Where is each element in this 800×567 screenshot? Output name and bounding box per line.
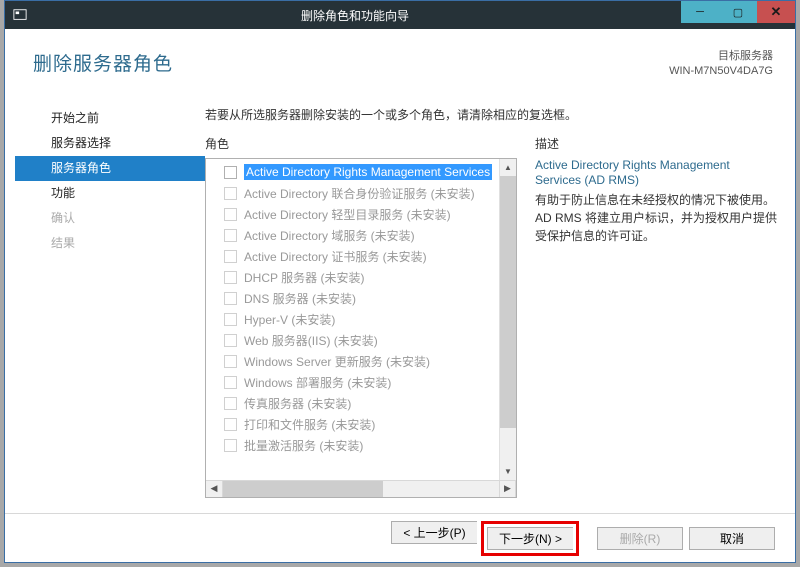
role-label: Windows Server 更新服务 (未安装) (244, 353, 430, 370)
role-checkbox[interactable] (224, 250, 237, 263)
page-title: 删除服务器角色 (33, 49, 173, 76)
role-item[interactable]: Active Directory 证书服务 (未安装) (206, 246, 516, 267)
role-label: Active Directory 域服务 (未安装) (244, 227, 415, 244)
window-title: 删除角色和功能向导 (29, 7, 681, 24)
scroll-left-icon[interactable]: ◀ (206, 481, 223, 497)
role-checkbox[interactable] (224, 208, 237, 221)
hscroll-thumb[interactable] (223, 481, 383, 497)
role-checkbox[interactable] (224, 166, 237, 179)
next-button-highlight: 下一步(N) > (481, 521, 579, 556)
horizontal-scrollbar[interactable]: ◀ ▶ (206, 480, 516, 497)
role-item[interactable]: DNS 服务器 (未安装) (206, 288, 516, 309)
role-checkbox[interactable] (224, 229, 237, 242)
role-label: 批量激活服务 (未安装) (244, 437, 363, 454)
role-item[interactable]: Web 服务器(IIS) (未安装) (206, 330, 516, 351)
previous-button[interactable]: < 上一步(P) (391, 521, 477, 544)
role-label: Active Directory 联合身份验证服务 (未安装) (244, 185, 475, 202)
role-checkbox[interactable] (224, 313, 237, 326)
cancel-button[interactable]: 取消 (689, 527, 775, 550)
role-item[interactable]: Windows Server 更新服务 (未安装) (206, 351, 516, 372)
role-label: 打印和文件服务 (未安装) (244, 416, 375, 433)
role-checkbox[interactable] (224, 397, 237, 410)
description-body: 有助于防止信息在未经授权的情况下被使用。AD RMS 将建立用户标识，并为授权用… (535, 191, 777, 245)
role-checkbox[interactable] (224, 187, 237, 200)
window-controls: ─ ▢ ✕ (681, 1, 795, 29)
scroll-thumb[interactable] (500, 176, 516, 429)
role-item[interactable]: Active Directory 联合身份验证服务 (未安装) (206, 183, 516, 204)
target-server-label: 目标服务器 (669, 49, 773, 64)
next-button[interactable]: 下一步(N) > (487, 527, 573, 550)
role-checkbox[interactable] (224, 418, 237, 431)
role-label: Active Directory Rights Management Servi… (244, 164, 492, 180)
nav-item[interactable]: 服务器角色 (15, 156, 205, 181)
vertical-scrollbar[interactable]: ▲ ▼ (499, 159, 516, 480)
nav-button-group: < 上一步(P) 下一步(N) > (391, 521, 591, 556)
scroll-right-icon[interactable]: ▶ (499, 481, 516, 497)
role-item[interactable]: 批量激活服务 (未安装) (206, 435, 516, 456)
scroll-down-icon[interactable]: ▼ (500, 463, 516, 480)
minimize-button[interactable]: ─ (681, 1, 719, 23)
nav-item: 确认 (15, 206, 205, 231)
titlebar: 删除角色和功能向导 ─ ▢ ✕ (5, 1, 795, 29)
nav-item[interactable]: 开始之前 (15, 106, 205, 131)
target-server-info: 目标服务器 WIN-M7N50V4DA7G (669, 49, 773, 80)
role-item[interactable]: 传真服务器 (未安装) (206, 393, 516, 414)
role-item[interactable]: Windows 部署服务 (未安装) (206, 372, 516, 393)
role-label: Active Directory 轻型目录服务 (未安装) (244, 206, 451, 223)
scroll-track[interactable] (500, 176, 516, 463)
main-panel: 若要从所选服务器删除安装的一个或多个角色，请清除相应的复选框。 角色 Activ… (205, 106, 795, 507)
roles-column: 角色 Active Directory Rights Management Se… (205, 135, 517, 507)
roles-list-viewport[interactable]: Active Directory Rights Management Servi… (206, 159, 516, 480)
role-checkbox[interactable] (224, 355, 237, 368)
description-label: 描述 (535, 135, 777, 152)
columns: 角色 Active Directory Rights Management Se… (205, 135, 777, 507)
close-button[interactable]: ✕ (757, 1, 795, 23)
role-checkbox[interactable] (224, 292, 237, 305)
role-checkbox[interactable] (224, 271, 237, 284)
hscroll-track[interactable] (223, 481, 499, 497)
role-checkbox[interactable] (224, 334, 237, 347)
role-checkbox[interactable] (224, 376, 237, 389)
role-item[interactable]: 打印和文件服务 (未安装) (206, 414, 516, 435)
roles-listbox: Active Directory Rights Management Servi… (205, 158, 517, 498)
maximize-button[interactable]: ▢ (719, 1, 757, 23)
scroll-up-icon[interactable]: ▲ (500, 159, 516, 176)
role-label: Active Directory 证书服务 (未安装) (244, 248, 427, 265)
description-title: Active Directory Rights Management Servi… (535, 158, 777, 189)
target-server-name: WIN-M7N50V4DA7G (669, 64, 773, 79)
role-item[interactable]: Active Directory Rights Management Servi… (206, 162, 516, 183)
role-label: Web 服务器(IIS) (未安装) (244, 332, 378, 349)
role-label: DNS 服务器 (未安装) (244, 290, 356, 307)
footer: < 上一步(P) 下一步(N) > 删除(R) 取消 (5, 514, 795, 562)
role-item[interactable]: Active Directory 轻型目录服务 (未安装) (206, 204, 516, 225)
role-item[interactable]: Active Directory 域服务 (未安装) (206, 225, 516, 246)
header: 删除服务器角色 目标服务器 WIN-M7N50V4DA7G (5, 29, 795, 80)
content-area: 删除服务器角色 目标服务器 WIN-M7N50V4DA7G 开始之前服务器选择服… (5, 29, 795, 562)
role-label: Hyper-V (未安装) (244, 311, 335, 328)
role-label: 传真服务器 (未安装) (244, 395, 351, 412)
nav-item: 结果 (15, 231, 205, 256)
role-item[interactable]: Hyper-V (未安装) (206, 309, 516, 330)
app-icon (5, 8, 29, 22)
role-label: DHCP 服务器 (未安装) (244, 269, 364, 286)
nav-item[interactable]: 功能 (15, 181, 205, 206)
body: 开始之前服务器选择服务器角色功能确认结果 若要从所选服务器删除安装的一个或多个角… (5, 80, 795, 507)
role-item[interactable]: DHCP 服务器 (未安装) (206, 267, 516, 288)
description-column: 描述 Active Directory Rights Management Se… (535, 135, 777, 507)
instruction-text: 若要从所选服务器删除安装的一个或多个角色，请清除相应的复选框。 (205, 106, 777, 123)
remove-button[interactable]: 删除(R) (597, 527, 683, 550)
role-label: Windows 部署服务 (未安装) (244, 374, 391, 391)
roles-label: 角色 (205, 135, 517, 152)
nav-sidebar: 开始之前服务器选择服务器角色功能确认结果 (5, 106, 205, 507)
role-checkbox[interactable] (224, 439, 237, 452)
nav-item[interactable]: 服务器选择 (15, 131, 205, 156)
wizard-window: 删除角色和功能向导 ─ ▢ ✕ 删除服务器角色 目标服务器 WIN-M7N50V… (4, 0, 796, 563)
